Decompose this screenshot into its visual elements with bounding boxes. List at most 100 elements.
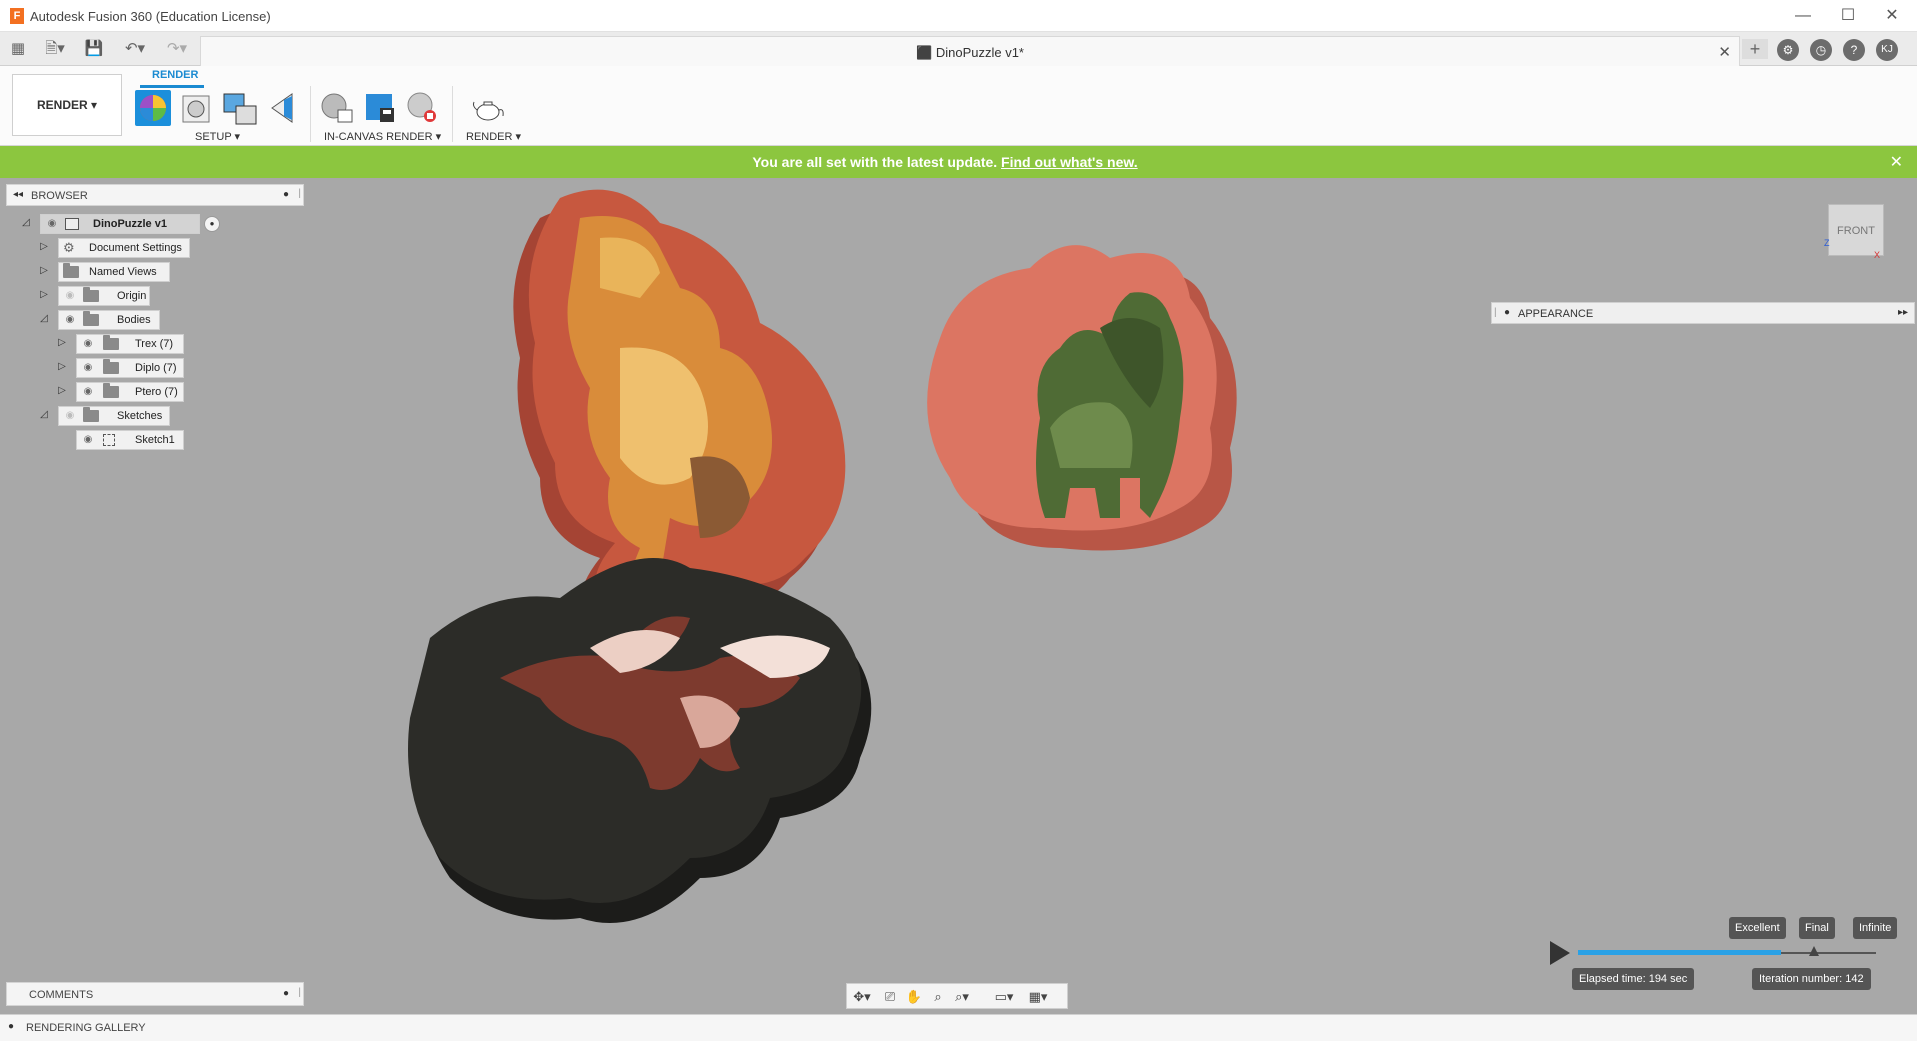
look-at-icon[interactable]: ⎚ [879, 988, 901, 1006]
diplo-item[interactable]: ◉ Diplo (7) [76, 358, 184, 378]
sketch-icon [103, 434, 115, 446]
texture-map-icon[interactable] [222, 90, 258, 126]
panel-resize-handle-icon[interactable]: | [298, 188, 301, 199]
pan-hand-icon[interactable]: ✋ [903, 988, 925, 1006]
sketch1-item[interactable]: ◉ Sketch1 [76, 430, 184, 450]
document-settings-item[interactable]: ⚙ Document Settings [58, 238, 190, 258]
panel-resize-handle-icon[interactable]: | [298, 987, 301, 998]
browser-item-document-settings[interactable]: ▷ ⚙ Document Settings [38, 238, 198, 258]
expand-triangle-icon[interactable]: ▷ [38, 289, 50, 301]
named-views-item[interactable]: Named Views [58, 262, 170, 282]
in-canvas-render-group-label[interactable]: IN-CANVAS RENDER ▾ [324, 130, 441, 143]
redo-icon[interactable]: ↷▾ [160, 39, 194, 59]
whats-new-link[interactable]: Find out what's new. [1001, 154, 1138, 170]
save-icon[interactable]: 💾 [84, 39, 104, 59]
ptero-item[interactable]: ◉ Ptero (7) [76, 382, 184, 402]
collapse-triangle-icon[interactable]: ◿ [38, 409, 50, 421]
orbit-icon[interactable]: ✥▾ [851, 988, 873, 1006]
browser-item-bodies[interactable]: ◿ ◉ Bodies [38, 310, 198, 330]
decal-icon[interactable] [266, 90, 302, 126]
comments-panel-header[interactable]: COMMENTS ● | [6, 982, 304, 1006]
workspace-switcher-button[interactable]: RENDER ▾ [12, 74, 122, 136]
progress-handle-icon[interactable] [1809, 946, 1819, 956]
view-cube-front-face[interactable]: FRONT [1828, 204, 1884, 256]
toolbar-separator [452, 86, 453, 142]
render-group-label[interactable]: RENDER ▾ [466, 130, 521, 143]
close-tab-icon[interactable]: ✕ [1718, 43, 1731, 61]
minimize-button[interactable]: — [1783, 4, 1823, 28]
visibility-eye-icon[interactable]: ◉ [81, 338, 95, 350]
browser-item-sketch1[interactable]: ◉ Sketch1 [76, 430, 196, 450]
quality-final-button[interactable]: Final [1799, 917, 1835, 939]
root-component-item[interactable]: ◉ DinoPuzzle v1 [40, 214, 200, 234]
expand-triangle-icon[interactable]: ▷ [56, 337, 68, 349]
browser-panel-header[interactable]: ◂◂ BROWSER ● | [6, 184, 304, 206]
viewport-canvas[interactable]: ◂◂ BROWSER ● | ◿ ◉ DinoPuzzle v1 ● ▷ ⚙ D… [0, 178, 1917, 1014]
grid-snaps-icon[interactable]: ▦▾ [1027, 988, 1049, 1006]
collapse-browser-icon[interactable]: ◂◂ [13, 189, 23, 200]
gallery-options-icon[interactable]: ● [8, 1021, 14, 1032]
document-tab[interactable]: ⬛ DinoPuzzle v1* ✕ [200, 36, 1740, 66]
quality-infinite-button[interactable]: Infinite [1853, 917, 1898, 939]
origin-item[interactable]: ◉ Origin [58, 286, 150, 306]
undo-icon[interactable]: ↶▾ [118, 39, 152, 59]
panel-resize-handle-icon[interactable]: | [1494, 307, 1497, 318]
fit-zoom-icon[interactable]: ⌕▾ [951, 988, 973, 1006]
close-window-button[interactable]: ✕ [1872, 4, 1912, 28]
scene-settings-icon[interactable] [135, 90, 171, 126]
expand-triangle-icon[interactable]: ◿ [20, 217, 32, 229]
in-canvas-render-icon[interactable] [320, 90, 356, 126]
browser-item-diplo[interactable]: ▷ ◉ Diplo (7) [56, 358, 216, 378]
new-tab-plus-icon[interactable]: + [1742, 39, 1768, 59]
expand-triangle-icon[interactable]: ▷ [56, 361, 68, 373]
zoom-icon[interactable]: ⌕ [927, 988, 949, 1006]
visibility-eye-icon[interactable]: ◉ [45, 218, 59, 230]
add-comment-icon[interactable]: ● [283, 988, 289, 999]
help-icon[interactable]: ? [1843, 39, 1865, 61]
appearance-panel-header[interactable]: | ● APPEARANCE ▸▸ [1491, 302, 1915, 324]
tab-render[interactable]: RENDER [152, 69, 198, 81]
job-status-clock-icon[interactable]: ◷ [1810, 39, 1832, 61]
close-notification-icon[interactable]: ✕ [1890, 152, 1903, 172]
browser-item-named-views[interactable]: ▷ Named Views [38, 262, 198, 282]
play-render-icon[interactable] [1550, 941, 1570, 965]
appearance-options-icon[interactable]: ● [1504, 307, 1510, 318]
user-avatar[interactable]: KJ [1876, 39, 1898, 61]
quality-excellent-button[interactable]: Excellent [1729, 917, 1786, 939]
visibility-eye-icon[interactable]: ◉ [81, 362, 95, 374]
maximize-button[interactable]: ☐ [1828, 4, 1868, 28]
render-teapot-icon[interactable] [470, 90, 506, 126]
browser-item-origin[interactable]: ▷ ◉ Origin [38, 286, 198, 306]
extensions-icon[interactable]: ⚙ [1777, 39, 1799, 61]
hidden-eye-icon[interactable]: ◉ [63, 410, 77, 422]
expand-triangle-icon[interactable]: ▷ [38, 241, 50, 253]
data-panel-grid-icon[interactable]: ▦ [8, 39, 28, 59]
sketches-item[interactable]: ◉ Sketches [58, 406, 170, 426]
file-menu-icon[interactable]: 🗎▾ [40, 39, 70, 59]
collapse-triangle-icon[interactable]: ◿ [38, 313, 50, 325]
expand-triangle-icon[interactable]: ▷ [56, 385, 68, 397]
activate-component-radio-icon[interactable]: ● [204, 216, 220, 232]
visibility-eye-icon[interactable]: ◉ [81, 434, 95, 446]
browser-root-row[interactable]: ◿ ◉ DinoPuzzle v1 ● [20, 214, 220, 234]
appearance-icon[interactable] [179, 90, 215, 126]
hidden-eye-icon[interactable]: ◉ [63, 290, 77, 302]
browser-item-ptero[interactable]: ▷ ◉ Ptero (7) [56, 382, 216, 402]
stop-render-icon[interactable] [404, 90, 440, 126]
display-settings-icon[interactable]: ▭▾ [993, 988, 1015, 1006]
capture-image-icon[interactable] [362, 90, 398, 126]
view-cube[interactable]: FRONT Z X [1822, 204, 1884, 262]
browser-options-icon[interactable]: ● [283, 189, 289, 200]
browser-item-sketches[interactable]: ◿ ◉ Sketches [38, 406, 198, 426]
bodies-item[interactable]: ◉ Bodies [58, 310, 160, 330]
setup-group-label[interactable]: SETUP ▾ [195, 130, 240, 143]
bodies-label: Bodies [117, 314, 151, 326]
expand-triangle-icon[interactable]: ▷ [38, 265, 50, 277]
expand-panel-icon[interactable]: ▸▸ [1898, 307, 1908, 318]
visibility-eye-icon[interactable]: ◉ [81, 386, 95, 398]
visibility-eye-icon[interactable]: ◉ [63, 314, 77, 326]
rendering-gallery-bar[interactable]: ● RENDERING GALLERY [0, 1014, 1917, 1041]
trex-item[interactable]: ◉ Trex (7) [76, 334, 184, 354]
browser-item-trex[interactable]: ▷ ◉ Trex (7) [56, 334, 216, 354]
document-title: ⬛ DinoPuzzle v1* [201, 45, 1739, 61]
